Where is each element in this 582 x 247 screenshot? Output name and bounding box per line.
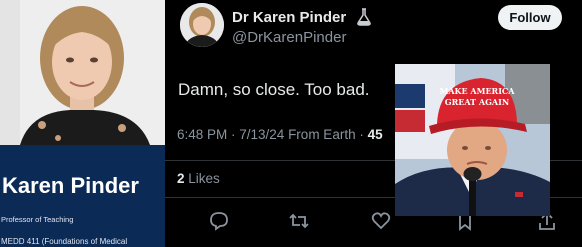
handle[interactable]: @DrKarenPinder xyxy=(232,29,346,46)
reply-icon[interactable] xyxy=(208,210,230,232)
likes-label: Likes xyxy=(188,171,220,186)
retweet-icon[interactable] xyxy=(288,210,310,232)
like-icon[interactable] xyxy=(370,210,392,232)
inset-photo: MAKE AMERICA GREAT AGAIN xyxy=(395,64,550,216)
profile-photo xyxy=(0,0,165,145)
profile-name-block: Karen Pinder Professor of Teaching MEDD … xyxy=(0,145,165,247)
likes-count: 2 xyxy=(177,171,185,186)
timestamp[interactable]: 6:48 PM · 7/13/24 From Earth · 45 xyxy=(177,127,383,142)
hat-text-line1: MAKE AMERICA xyxy=(439,86,515,96)
hat-text-line2: GREAT AGAIN xyxy=(445,97,509,107)
tweet-text: Damn, so close. Too bad. xyxy=(178,80,370,99)
likes-stat[interactable]: 2 Likes xyxy=(177,171,220,186)
timestamp-text[interactable]: 6:48 PM · 7/13/24 From Earth · xyxy=(177,127,364,142)
profile-course: MEDD 411 (Foundations of Medical xyxy=(1,237,128,246)
profile-role: Professor of Teaching xyxy=(1,215,74,224)
flask-icon xyxy=(356,8,372,26)
profile-card: Karen Pinder Professor of Teaching MEDD … xyxy=(0,0,165,247)
display-name[interactable]: Dr Karen Pinder xyxy=(232,9,346,26)
views-count: 45 xyxy=(367,127,383,142)
profile-name: Karen Pinder xyxy=(2,173,139,198)
avatar[interactable] xyxy=(180,3,224,47)
follow-button[interactable]: Follow xyxy=(498,5,562,30)
